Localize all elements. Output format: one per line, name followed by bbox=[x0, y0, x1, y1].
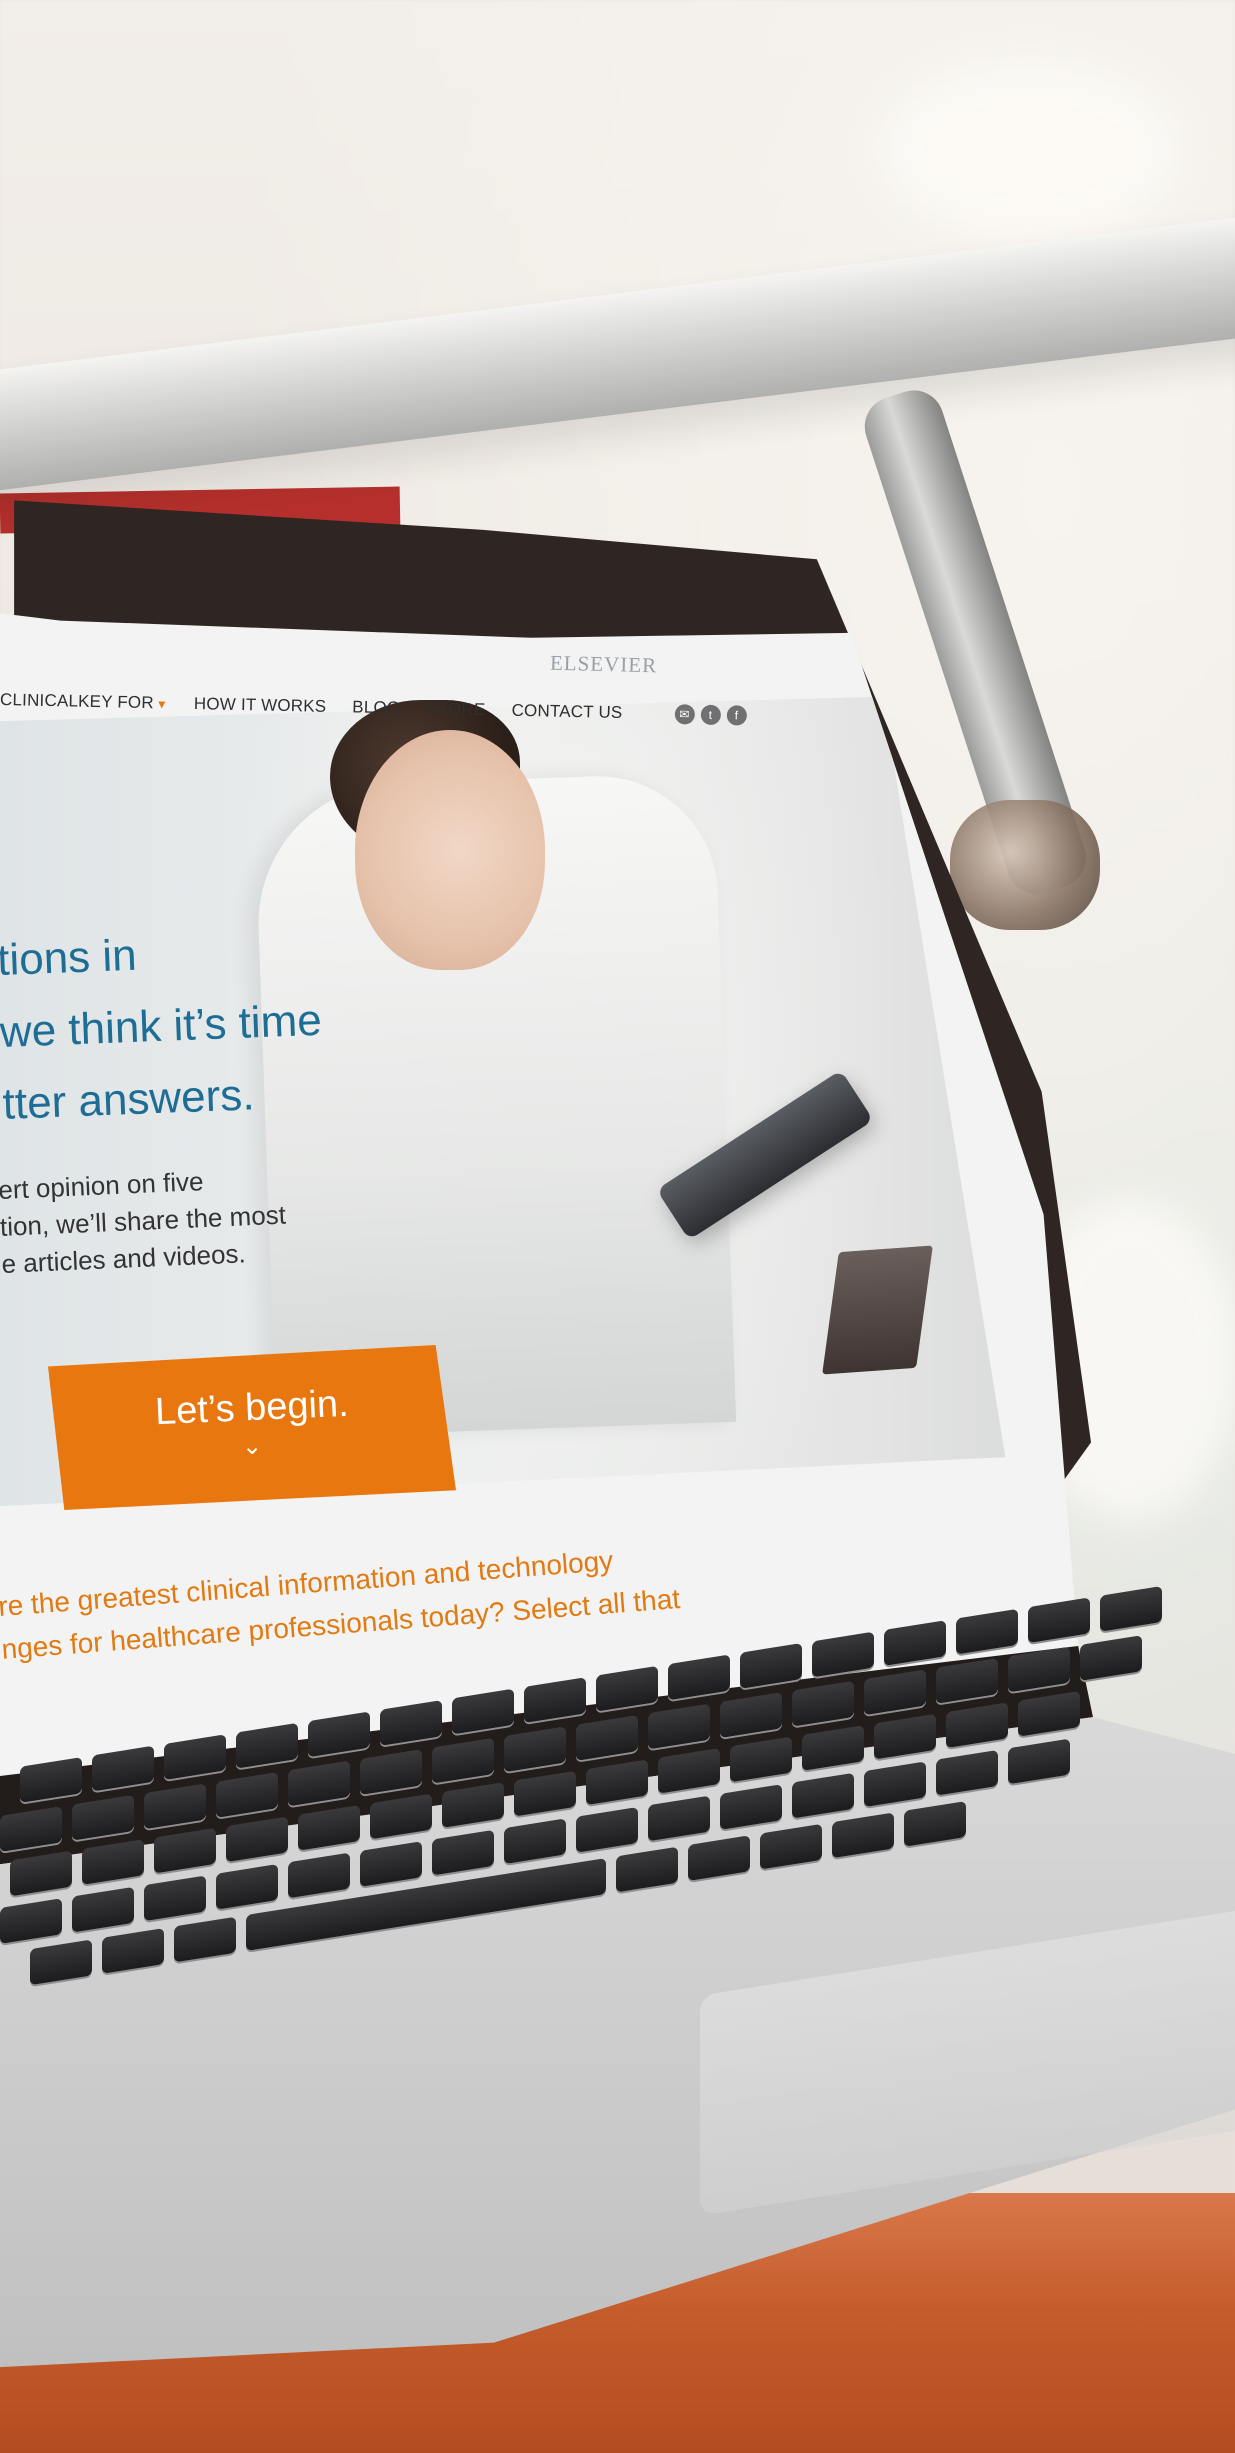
key[interactable] bbox=[864, 1761, 926, 1808]
key[interactable] bbox=[864, 1669, 926, 1716]
key[interactable] bbox=[102, 1928, 164, 1974]
key[interactable] bbox=[82, 1839, 144, 1886]
key[interactable] bbox=[504, 1818, 566, 1865]
nav-store[interactable]: STORE bbox=[426, 699, 486, 720]
key[interactable] bbox=[802, 1725, 864, 1771]
key[interactable] bbox=[832, 1812, 894, 1859]
key[interactable] bbox=[720, 1692, 782, 1738]
key[interactable] bbox=[792, 1680, 854, 1727]
cta-label: Let’s begin. bbox=[154, 1382, 350, 1433]
key[interactable] bbox=[648, 1795, 710, 1842]
key[interactable] bbox=[616, 1846, 678, 1893]
key[interactable] bbox=[504, 1726, 566, 1773]
key[interactable] bbox=[936, 1749, 998, 1796]
chevron-down-icon: ⌄ bbox=[241, 1432, 263, 1460]
key[interactable] bbox=[30, 1939, 92, 1986]
key[interactable] bbox=[72, 1794, 134, 1841]
key[interactable] bbox=[688, 1835, 750, 1882]
key[interactable] bbox=[360, 1749, 422, 1795]
background-laptop bbox=[822, 1245, 933, 1375]
key[interactable] bbox=[586, 1759, 648, 1806]
key[interactable] bbox=[1100, 1585, 1162, 1632]
key[interactable] bbox=[1008, 1738, 1070, 1785]
nav-how-it-works[interactable]: HOW IT WORKS bbox=[194, 694, 327, 717]
key[interactable] bbox=[760, 1823, 822, 1870]
key[interactable] bbox=[658, 1747, 720, 1794]
key[interactable] bbox=[360, 1841, 422, 1887]
brand-logo[interactable]: ELSEVIER bbox=[550, 651, 658, 679]
key[interactable] bbox=[288, 1760, 350, 1807]
survey-question: re the greatest clinical information and… bbox=[0, 1531, 721, 1671]
hero-lead-text: ert opinion on five tion, we’ll share th… bbox=[0, 1157, 342, 1283]
photo-scene: ELSEVIER CLINICALKEY FOR ▼ HOW IT WORKS B… bbox=[0, 0, 1235, 2453]
hero-headline: tions in we think it’s time tter answers… bbox=[0, 908, 444, 1141]
key[interactable] bbox=[72, 1886, 134, 1933]
key[interactable] bbox=[514, 1770, 576, 1817]
key[interactable] bbox=[174, 1916, 236, 1963]
key[interactable] bbox=[370, 1793, 432, 1840]
key[interactable] bbox=[1080, 1635, 1142, 1681]
laptop: ELSEVIER CLINICALKEY FOR ▼ HOW IT WORKS B… bbox=[0, 0, 1235, 2453]
key[interactable] bbox=[288, 1852, 350, 1899]
key[interactable] bbox=[144, 1875, 206, 1922]
key[interactable] bbox=[576, 1806, 638, 1853]
key[interactable] bbox=[216, 1771, 278, 1818]
twitter-icon[interactable]: t bbox=[700, 704, 721, 726]
nav-divider bbox=[648, 699, 649, 728]
nav-label: CLINICALKEY FOR bbox=[0, 690, 155, 713]
key[interactable] bbox=[298, 1804, 360, 1851]
key[interactable] bbox=[576, 1714, 638, 1761]
nav-blog[interactable]: BLOG bbox=[352, 697, 400, 718]
key[interactable] bbox=[216, 1863, 278, 1910]
key[interactable] bbox=[648, 1703, 710, 1750]
key[interactable] bbox=[1018, 1690, 1080, 1737]
nav-contact-us[interactable]: CONTACT US bbox=[511, 701, 622, 723]
key[interactable] bbox=[720, 1784, 782, 1830]
key[interactable] bbox=[904, 1801, 966, 1847]
key[interactable] bbox=[730, 1736, 792, 1783]
key[interactable] bbox=[946, 1702, 1008, 1749]
key[interactable] bbox=[442, 1782, 504, 1828]
key[interactable] bbox=[0, 1898, 62, 1944]
key[interactable] bbox=[792, 1772, 854, 1819]
social-links: ✉ t f bbox=[674, 704, 747, 726]
lets-begin-button[interactable]: Let’s begin. ⌄ bbox=[48, 1345, 456, 1510]
nav-clinicalkey-for[interactable]: CLINICALKEY FOR ▼ bbox=[0, 690, 168, 714]
key[interactable] bbox=[144, 1783, 206, 1830]
facebook-icon[interactable]: f bbox=[726, 705, 747, 726]
key[interactable] bbox=[874, 1713, 936, 1760]
key[interactable] bbox=[432, 1829, 494, 1876]
key[interactable] bbox=[936, 1657, 998, 1704]
dropdown-caret-icon: ▼ bbox=[155, 697, 169, 712]
key[interactable] bbox=[432, 1737, 494, 1784]
key[interactable] bbox=[1008, 1646, 1070, 1693]
key[interactable] bbox=[154, 1827, 216, 1874]
key[interactable] bbox=[226, 1816, 288, 1863]
email-icon[interactable]: ✉ bbox=[674, 704, 695, 725]
key[interactable] bbox=[0, 1806, 62, 1852]
key[interactable] bbox=[10, 1850, 72, 1897]
